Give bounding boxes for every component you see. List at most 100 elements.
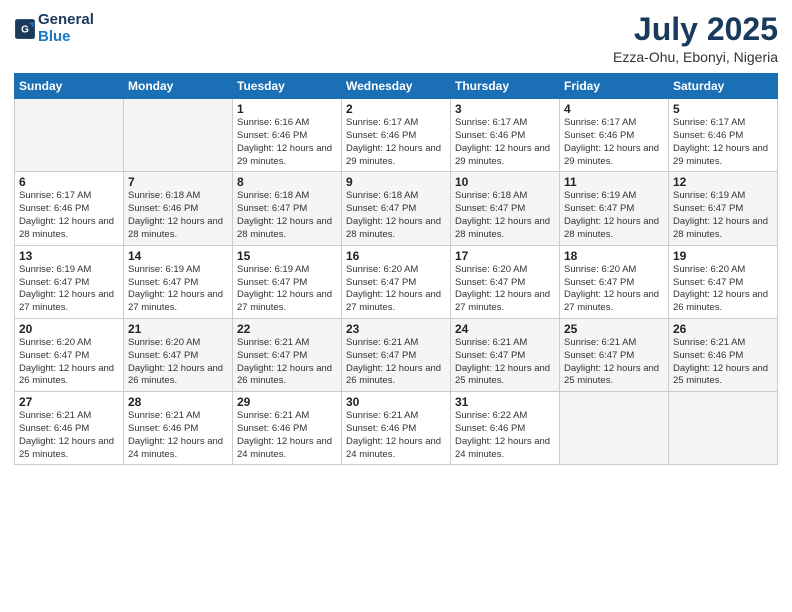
- daylight-text: Daylight: 12 hours and 25 minutes.: [19, 436, 119, 462]
- sunset-text: Sunset: 6:46 PM: [19, 423, 119, 436]
- calendar-cell: 20Sunrise: 6:20 AMSunset: 6:47 PMDayligh…: [15, 318, 124, 391]
- sunset-text: Sunset: 6:46 PM: [455, 130, 555, 143]
- sunset-text: Sunset: 6:47 PM: [564, 277, 664, 290]
- day-info: Sunrise: 6:19 AMSunset: 6:47 PMDaylight:…: [237, 264, 337, 315]
- calendar-cell: 31Sunrise: 6:22 AMSunset: 6:46 PMDayligh…: [451, 392, 560, 465]
- daylight-text: Daylight: 12 hours and 27 minutes.: [564, 289, 664, 315]
- daylight-text: Daylight: 12 hours and 25 minutes.: [564, 363, 664, 389]
- day-number: 23: [346, 322, 446, 336]
- calendar-week-2: 6Sunrise: 6:17 AM Sunset: 6:46 PM Daylight…: [15, 172, 778, 245]
- calendar-cell: 26Sunrise: 6:21 AMSunset: 6:46 PMDayligh…: [669, 318, 778, 391]
- daylight-text: Daylight: 12 hours and 28 minutes.: [346, 216, 446, 242]
- sunrise-text: Sunrise: 6:21 AM: [346, 337, 446, 350]
- sunset-text: Sunset: 6:47 PM: [673, 203, 773, 216]
- day-number: 11: [564, 175, 664, 189]
- sunrise-text: Sunrise: 6:18 AM: [128, 190, 228, 203]
- day-number: 25: [564, 322, 664, 336]
- daylight-text: Daylight: 12 hours and 24 minutes.: [128, 436, 228, 462]
- calendar-cell: 2Sunrise: 6:17 AMSunset: 6:46 PMDaylight…: [342, 99, 451, 172]
- calendar-cell: 25Sunrise: 6:21 AMSunset: 6:47 PMDayligh…: [560, 318, 669, 391]
- daylight-text: Daylight: 12 hours and 26 minutes.: [128, 363, 228, 389]
- day-info: Sunrise: 6:21 AMSunset: 6:46 PMDaylight:…: [346, 410, 446, 461]
- daylight-text: Daylight: 12 hours and 27 minutes.: [455, 289, 555, 315]
- calendar-cell: 14Sunrise: 6:19 AMSunset: 6:47 PMDayligh…: [124, 245, 233, 318]
- day-info: Sunrise: 6:19 AMSunset: 6:47 PMDaylight:…: [128, 264, 228, 315]
- col-thursday: Thursday: [451, 74, 560, 99]
- day-number: 10: [455, 175, 555, 189]
- day-info: Sunrise: 6:18 AMSunset: 6:47 PMDaylight:…: [237, 190, 337, 241]
- header: G General Blue July 2025 Ezza-Ohu, Ebony…: [14, 12, 778, 65]
- sunset-text: Sunset: 6:47 PM: [346, 203, 446, 216]
- sunset-text: Sunset: 6:46 PM: [128, 203, 228, 216]
- daylight-text: Daylight: 12 hours and 29 minutes.: [346, 143, 446, 169]
- sunset-text: Sunset: 6:46 PM: [564, 130, 664, 143]
- sunrise-text: Sunrise: 6:21 AM: [346, 410, 446, 423]
- sunrise-text: Sunrise: 6:21 AM: [19, 410, 119, 423]
- calendar-week-5: 27Sunrise: 6:21 AMSunset: 6:46 PMDayligh…: [15, 392, 778, 465]
- day-info: Sunrise: 6:17 AMSunset: 6:46 PMDaylight:…: [673, 117, 773, 168]
- sunset-text: Sunset: 6:47 PM: [455, 277, 555, 290]
- day-number: 21: [128, 322, 228, 336]
- sunrise-text: Sunrise: 6:17 AM: [564, 117, 664, 130]
- daylight-text: Daylight: 12 hours and 27 minutes.: [346, 289, 446, 315]
- day-number: 29: [237, 395, 337, 409]
- day-number: 4: [564, 102, 664, 116]
- calendar-cell: 29Sunrise: 6:21 AMSunset: 6:46 PMDayligh…: [233, 392, 342, 465]
- sunrise-text: Sunrise: 6:21 AM: [673, 337, 773, 350]
- day-number: 28: [128, 395, 228, 409]
- day-info: Sunrise: 6:18 AMSunset: 6:46 PMDaylight:…: [128, 190, 228, 241]
- calendar-cell: 7Sunrise: 6:18 AMSunset: 6:46 PMDaylight…: [124, 172, 233, 245]
- day-info: Sunrise: 6:18 AMSunset: 6:47 PMDaylight:…: [346, 190, 446, 241]
- daylight-text: Daylight: 12 hours and 28 minutes.: [673, 216, 773, 242]
- sunrise-text: Sunrise: 6:21 AM: [237, 410, 337, 423]
- calendar-table: Sunday Monday Tuesday Wednesday Thursday…: [14, 73, 778, 465]
- calendar-cell: 30Sunrise: 6:21 AMSunset: 6:46 PMDayligh…: [342, 392, 451, 465]
- calendar-cell: 6Sunrise: 6:17 AMSunset: 6:46 PMDaylight…: [15, 172, 124, 245]
- calendar-week-3: 13Sunrise: 6:19 AMSunset: 6:47 PMDayligh…: [15, 245, 778, 318]
- day-number: 5: [673, 102, 773, 116]
- calendar-cell: 11Sunrise: 6:19 AMSunset: 6:47 PMDayligh…: [560, 172, 669, 245]
- calendar-cell: [124, 99, 233, 172]
- day-info: Sunrise: 6:19 AMSunset: 6:47 PMDaylight:…: [19, 264, 119, 315]
- logo-icon: G: [14, 18, 36, 40]
- col-sunday: Sunday: [15, 74, 124, 99]
- sunset-text: Sunset: 6:47 PM: [19, 277, 119, 290]
- calendar-cell: 21Sunrise: 6:20 AMSunset: 6:47 PMDayligh…: [124, 318, 233, 391]
- daylight-text: Daylight: 12 hours and 28 minutes.: [19, 216, 119, 242]
- calendar-week-4: 20Sunrise: 6:20 AMSunset: 6:47 PMDayligh…: [15, 318, 778, 391]
- svg-text:G: G: [21, 24, 29, 35]
- sunset-text: Sunset: 6:47 PM: [673, 277, 773, 290]
- day-number: 14: [128, 249, 228, 263]
- daylight-text: Daylight: 12 hours and 25 minutes.: [673, 363, 773, 389]
- day-number: 30: [346, 395, 446, 409]
- day-number: 8: [237, 175, 337, 189]
- sunrise-text: Sunrise: 6:19 AM: [128, 264, 228, 277]
- sunrise-text: Sunrise: 6:20 AM: [19, 337, 119, 350]
- col-monday: Monday: [124, 74, 233, 99]
- sunrise-text: Sunrise: 6:21 AM: [237, 337, 337, 350]
- daylight-text: Daylight: 12 hours and 24 minutes.: [346, 436, 446, 462]
- calendar-cell: 27Sunrise: 6:21 AMSunset: 6:46 PMDayligh…: [15, 392, 124, 465]
- day-number: 7: [128, 175, 228, 189]
- calendar-cell: 17Sunrise: 6:20 AMSunset: 6:47 PMDayligh…: [451, 245, 560, 318]
- sunset-text: Sunset: 6:47 PM: [237, 350, 337, 363]
- daylight-text: Daylight: 12 hours and 24 minutes.: [455, 436, 555, 462]
- sunset-text: Sunset: 6:46 PM: [673, 130, 773, 143]
- col-friday: Friday: [560, 74, 669, 99]
- calendar-cell: 23Sunrise: 6:21 AMSunset: 6:47 PMDayligh…: [342, 318, 451, 391]
- sunrise-text: Sunrise: 6:18 AM: [346, 190, 446, 203]
- daylight-text: Daylight: 12 hours and 29 minutes.: [237, 143, 337, 169]
- day-number: 2: [346, 102, 446, 116]
- day-number: 9: [346, 175, 446, 189]
- sunrise-text: Sunrise: 6:17 AM: [19, 190, 119, 203]
- daylight-text: Daylight: 12 hours and 29 minutes.: [564, 143, 664, 169]
- day-number: 12: [673, 175, 773, 189]
- calendar-cell: 13Sunrise: 6:19 AMSunset: 6:47 PMDayligh…: [15, 245, 124, 318]
- daylight-text: Daylight: 12 hours and 25 minutes.: [455, 363, 555, 389]
- day-number: 15: [237, 249, 337, 263]
- calendar-cell: 5Sunrise: 6:17 AMSunset: 6:46 PMDaylight…: [669, 99, 778, 172]
- calendar-cell: 22Sunrise: 6:21 AMSunset: 6:47 PMDayligh…: [233, 318, 342, 391]
- day-number: 6: [19, 175, 119, 189]
- daylight-text: Daylight: 12 hours and 28 minutes.: [455, 216, 555, 242]
- day-info: Sunrise: 6:20 AMSunset: 6:47 PMDaylight:…: [19, 337, 119, 388]
